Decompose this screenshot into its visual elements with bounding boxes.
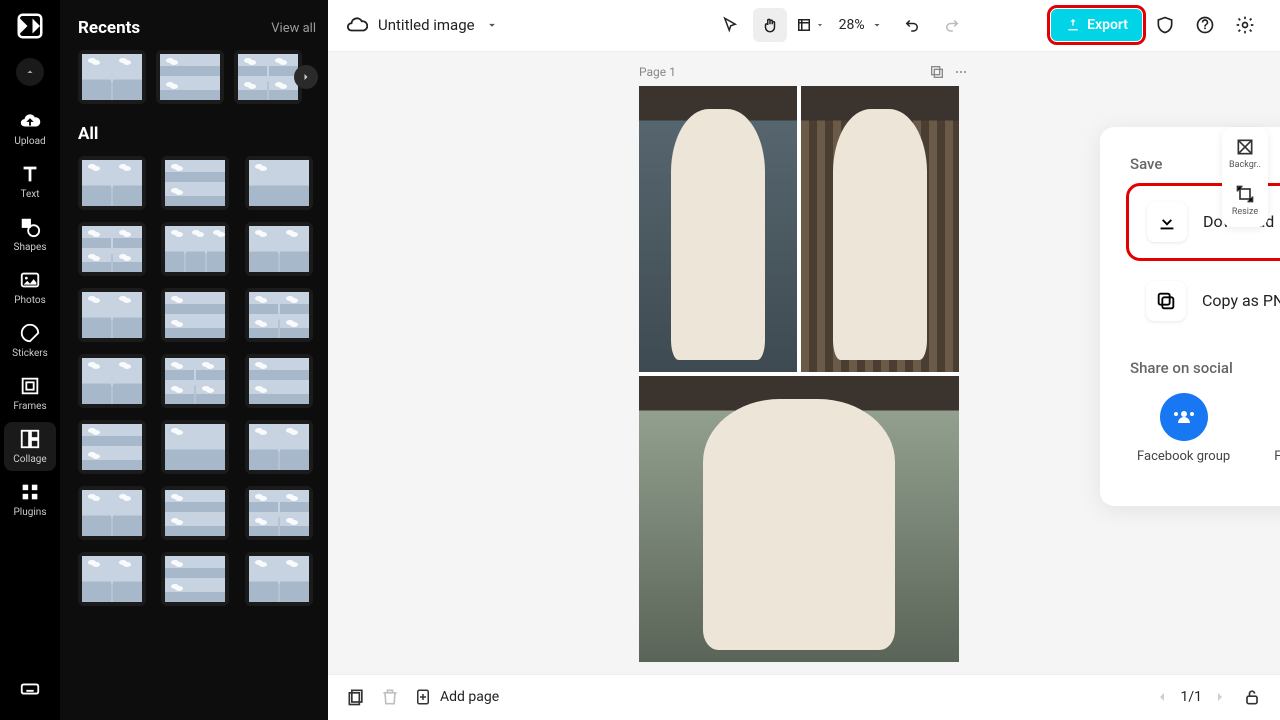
template-thumb[interactable] bbox=[245, 288, 313, 342]
background-tool[interactable]: Backgr.. bbox=[1229, 137, 1261, 170]
page-pager: 1/1 bbox=[1154, 689, 1228, 705]
panel-collapse-handle[interactable] bbox=[320, 338, 328, 382]
main-area: Untitled image 28% Export Page 1 bbox=[328, 0, 1280, 720]
resize-tool[interactable]: Resize bbox=[1232, 184, 1258, 217]
template-thumb[interactable] bbox=[245, 156, 313, 210]
collapse-rail-button[interactable] bbox=[16, 58, 44, 86]
chevron-down-icon[interactable] bbox=[485, 18, 499, 32]
template-thumb[interactable] bbox=[161, 156, 229, 210]
rail-plugins[interactable]: Plugins bbox=[4, 475, 56, 524]
template-thumb[interactable] bbox=[161, 288, 229, 342]
template-panel: Recents View all All bbox=[60, 0, 328, 720]
template-thumb[interactable] bbox=[245, 552, 313, 606]
rail-photos-label: Photos bbox=[14, 295, 46, 306]
zoom-level[interactable]: 28% bbox=[833, 17, 889, 33]
download-icon bbox=[1147, 202, 1187, 242]
delete-page-icon[interactable] bbox=[380, 687, 400, 707]
select-tool[interactable] bbox=[713, 8, 747, 42]
crop-tool[interactable] bbox=[793, 8, 827, 42]
rail-stickers-label: Stickers bbox=[12, 348, 48, 359]
collage-cell[interactable] bbox=[801, 86, 959, 372]
rail-stickers[interactable]: Stickers bbox=[4, 316, 56, 365]
rail-shapes-label: Shapes bbox=[14, 242, 47, 253]
duplicate-page-icon[interactable] bbox=[929, 64, 945, 80]
recents-next-button[interactable] bbox=[294, 65, 318, 89]
bottombar: Add page 1/1 bbox=[328, 674, 1280, 720]
recents-row bbox=[78, 50, 316, 104]
shield-icon[interactable] bbox=[1148, 8, 1182, 42]
help-icon[interactable] bbox=[1188, 8, 1222, 42]
export-button[interactable]: Export bbox=[1051, 9, 1142, 41]
all-templates-grid bbox=[78, 156, 316, 606]
template-thumb[interactable] bbox=[161, 486, 229, 540]
add-page-button[interactable]: Add page bbox=[414, 688, 499, 706]
document-title[interactable]: Untitled image bbox=[378, 16, 475, 34]
copy-png-row[interactable]: Copy as PNG bbox=[1130, 267, 1280, 335]
right-rail: Backgr.. Resize bbox=[1222, 127, 1268, 227]
template-thumb[interactable] bbox=[78, 552, 146, 606]
rail-upload-label: Upload bbox=[14, 136, 45, 147]
rail-collage[interactable]: Collage bbox=[4, 422, 56, 471]
rail-upload[interactable]: Upload bbox=[4, 104, 56, 153]
page-label: Page 1 bbox=[639, 65, 676, 79]
rail-frames[interactable]: Frames bbox=[4, 369, 56, 418]
settings-icon[interactable] bbox=[1228, 8, 1262, 42]
template-thumb[interactable] bbox=[78, 354, 146, 408]
facebook-group-icon bbox=[1160, 393, 1208, 441]
redo-button[interactable] bbox=[935, 8, 969, 42]
rail-frames-label: Frames bbox=[13, 401, 46, 412]
all-heading: All bbox=[78, 124, 98, 144]
template-thumb[interactable] bbox=[161, 222, 229, 276]
page-indicator: 1/1 bbox=[1180, 689, 1202, 705]
left-rail: Upload Text Shapes Photos Stickers Frame… bbox=[0, 0, 60, 720]
copy-icon bbox=[1146, 281, 1186, 321]
page-more-icon[interactable] bbox=[953, 64, 969, 80]
rail-plugins-label: Plugins bbox=[14, 507, 47, 518]
share-heading: Share on social bbox=[1130, 359, 1280, 377]
template-thumb[interactable] bbox=[78, 288, 146, 342]
next-page-icon[interactable] bbox=[1212, 689, 1228, 705]
export-icon bbox=[1065, 17, 1081, 33]
copy-png-label: Copy as PNG bbox=[1202, 291, 1280, 310]
rail-photos[interactable]: Photos bbox=[4, 263, 56, 312]
pages-overview-icon[interactable] bbox=[346, 687, 366, 707]
rail-text-label: Text bbox=[20, 189, 39, 200]
template-thumb[interactable] bbox=[245, 222, 313, 276]
prev-page-icon[interactable] bbox=[1154, 689, 1170, 705]
rail-text[interactable]: Text bbox=[4, 157, 56, 206]
template-thumb[interactable] bbox=[161, 552, 229, 606]
cloud-sync-icon[interactable] bbox=[346, 14, 368, 36]
recents-heading: Recents bbox=[78, 18, 140, 38]
app-logo[interactable] bbox=[12, 8, 48, 44]
template-thumb[interactable] bbox=[78, 486, 146, 540]
template-thumb[interactable] bbox=[245, 486, 313, 540]
collage-canvas[interactable] bbox=[639, 86, 959, 662]
recent-thumb[interactable] bbox=[78, 50, 146, 104]
page: Page 1 bbox=[639, 64, 969, 662]
collage-cell[interactable] bbox=[639, 86, 797, 372]
canvas-wrap: Page 1 Save Download bbox=[328, 52, 1280, 674]
topbar: Untitled image 28% Export bbox=[328, 0, 1280, 52]
rail-shapes[interactable]: Shapes bbox=[4, 210, 56, 259]
template-thumb[interactable] bbox=[245, 354, 313, 408]
share-facebook-group[interactable]: Facebook group bbox=[1130, 393, 1237, 474]
recent-thumb[interactable] bbox=[234, 50, 302, 104]
share-facebook-page[interactable]: Facebook Page bbox=[1265, 393, 1280, 474]
recent-thumb[interactable] bbox=[156, 50, 224, 104]
lock-icon[interactable] bbox=[1242, 687, 1262, 707]
template-thumb[interactable] bbox=[78, 420, 146, 474]
rail-collage-label: Collage bbox=[13, 454, 46, 465]
template-thumb[interactable] bbox=[78, 156, 146, 210]
template-thumb[interactable] bbox=[245, 420, 313, 474]
rail-keyboard[interactable] bbox=[4, 672, 56, 720]
add-page-icon bbox=[414, 688, 432, 706]
template-thumb[interactable] bbox=[161, 354, 229, 408]
view-all-link[interactable]: View all bbox=[271, 21, 316, 36]
hand-tool[interactable] bbox=[753, 8, 787, 42]
undo-button[interactable] bbox=[895, 8, 929, 42]
collage-cell[interactable] bbox=[639, 376, 959, 662]
template-thumb[interactable] bbox=[78, 222, 146, 276]
template-thumb[interactable] bbox=[161, 420, 229, 474]
